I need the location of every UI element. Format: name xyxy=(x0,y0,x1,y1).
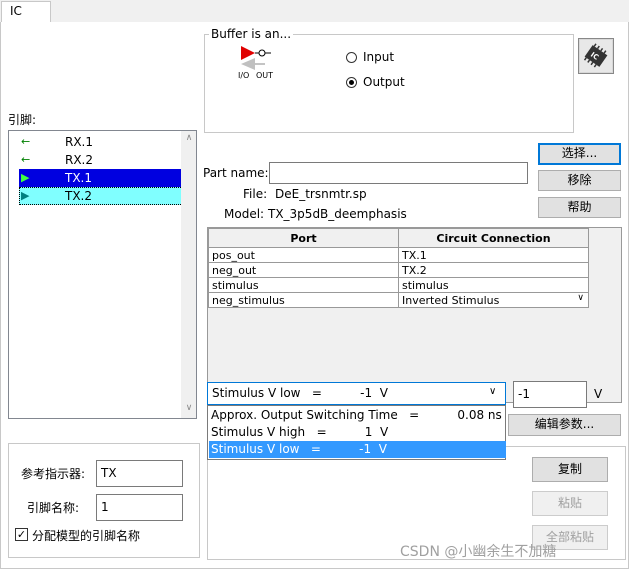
file-value: DeE_trsnmtr.sp xyxy=(275,187,367,201)
pins-label: 引脚: xyxy=(8,113,37,127)
pin-name: RX.1 xyxy=(65,135,94,149)
select-button[interactable]: 选择... xyxy=(538,143,621,165)
param-value-input[interactable]: -1 xyxy=(513,381,587,408)
help-button[interactable]: 帮助 xyxy=(538,197,621,218)
param-unit: V xyxy=(594,387,603,401)
table-cell-port: pos_out xyxy=(208,247,399,263)
buffer-icon-caption-out: OUT xyxy=(256,71,274,80)
edit-params-button[interactable]: 编辑参数... xyxy=(508,414,621,436)
file-label: File: xyxy=(243,187,268,201)
table-cell-connection[interactable]: TX.2 xyxy=(398,262,589,278)
radio-input-circle[interactable] xyxy=(346,52,357,63)
table-cell-connection[interactable]: TX.1 xyxy=(398,247,589,263)
radio-input-label: Input xyxy=(363,50,395,64)
table-header-connection: Circuit Connection xyxy=(398,228,589,248)
param-dropdown-list[interactable]: Approx. Output Switching Time = 0.08 ns … xyxy=(207,405,506,460)
chevron-down-icon[interactable]: ∨ xyxy=(577,293,584,303)
remove-button[interactable]: 移除 xyxy=(538,170,621,191)
assign-pin-names-checkbox[interactable]: ✓ xyxy=(15,528,28,541)
designator-input[interactable]: TX xyxy=(96,460,183,487)
dropdown-option[interactable]: Approx. Output Switching Time = 0.08 ns xyxy=(209,407,506,424)
port-table: Port Circuit Connection pos_out TX.1 neg… xyxy=(208,228,589,308)
watermark-text: CSDN @小幽余生不加糖 xyxy=(400,544,557,560)
radio-output-circle[interactable] xyxy=(346,77,357,88)
pin-input-icon: ← xyxy=(21,135,31,148)
table-cell-connection[interactable]: stimulus xyxy=(398,277,589,293)
ic-chip-icon: IC xyxy=(578,38,614,74)
pin-name: TX.2 xyxy=(65,189,92,203)
pin-name-label: 引脚名称: xyxy=(27,501,80,515)
buffer-icon-caption-io: I/O xyxy=(238,71,250,80)
pin-output-icon: ▶ xyxy=(21,171,30,184)
copy-button[interactable]: 复制 xyxy=(532,457,608,482)
table-row[interactable]: stimulus stimulus xyxy=(208,277,589,293)
list-item[interactable]: ← RX.1 xyxy=(19,133,189,151)
connection-select-value: Inverted Stimulus xyxy=(402,293,500,307)
chevron-down-icon[interactable]: ∨ xyxy=(489,386,496,397)
pins-list[interactable]: ← RX.1 ← RX.2 ▶ TX.1 ▶ TX.2 ∧ ∨ xyxy=(8,130,197,419)
pin-input-icon: ← xyxy=(21,153,31,166)
radio-output-label: Output xyxy=(363,75,405,89)
assign-pin-names-label: 分配模型的引脚名称 xyxy=(32,529,141,543)
list-item[interactable]: ▶ TX.2 xyxy=(19,187,189,205)
list-item[interactable]: ▶ TX.1 xyxy=(19,169,189,187)
tab-strip xyxy=(0,0,629,23)
model-label: Model: xyxy=(224,207,265,221)
port-table-frame: Port Circuit Connection pos_out TX.1 neg… xyxy=(207,227,622,403)
designator-label: 参考指示器: xyxy=(21,467,86,481)
param-select-value: Stimulus V low = -1 V xyxy=(212,386,388,400)
model-value: TX_3p5dB_deemphasis xyxy=(268,207,407,221)
tab-ic-label: IC xyxy=(10,4,22,18)
dropdown-option[interactable]: Stimulus V low = -1 V xyxy=(209,441,506,458)
scroll-down-icon[interactable]: ∨ xyxy=(181,403,197,413)
pin-output-icon: ▶ xyxy=(21,189,30,202)
list-item[interactable]: ← RX.2 xyxy=(19,151,189,169)
pin-name: TX.1 xyxy=(65,171,92,185)
tab-ic[interactable]: IC xyxy=(1,1,51,22)
table-cell-port: neg_stimulus xyxy=(208,292,399,308)
radio-output[interactable]: Output xyxy=(346,75,416,91)
table-cell-connection-select[interactable]: Inverted Stimulus ∨ xyxy=(398,292,589,308)
table-row[interactable]: neg_stimulus Inverted Stimulus ∨ xyxy=(208,292,589,308)
param-select[interactable]: Stimulus V low = -1 V ∨ xyxy=(207,382,506,405)
part-name-input[interactable] xyxy=(269,162,528,184)
table-cell-port: stimulus xyxy=(208,277,399,293)
table-cell-port: neg_out xyxy=(208,262,399,278)
radio-input[interactable]: Input xyxy=(346,50,416,66)
table-row[interactable]: pos_out TX.1 xyxy=(208,247,589,263)
table-row[interactable]: neg_out TX.2 xyxy=(208,262,589,278)
dropdown-option[interactable]: Stimulus V high = 1 V xyxy=(209,424,506,441)
pin-name: RX.2 xyxy=(65,153,94,167)
pins-scrollbar[interactable]: ∧ ∨ xyxy=(181,131,196,418)
paste-button[interactable]: 粘贴 xyxy=(532,491,608,516)
pin-name-input[interactable]: 1 xyxy=(96,494,183,521)
table-header-port: Port xyxy=(208,228,399,248)
scroll-up-icon[interactable]: ∧ xyxy=(181,133,197,143)
buffer-group-label: Buffer is an... xyxy=(209,27,294,41)
part-name-label: Part name: xyxy=(203,166,269,180)
